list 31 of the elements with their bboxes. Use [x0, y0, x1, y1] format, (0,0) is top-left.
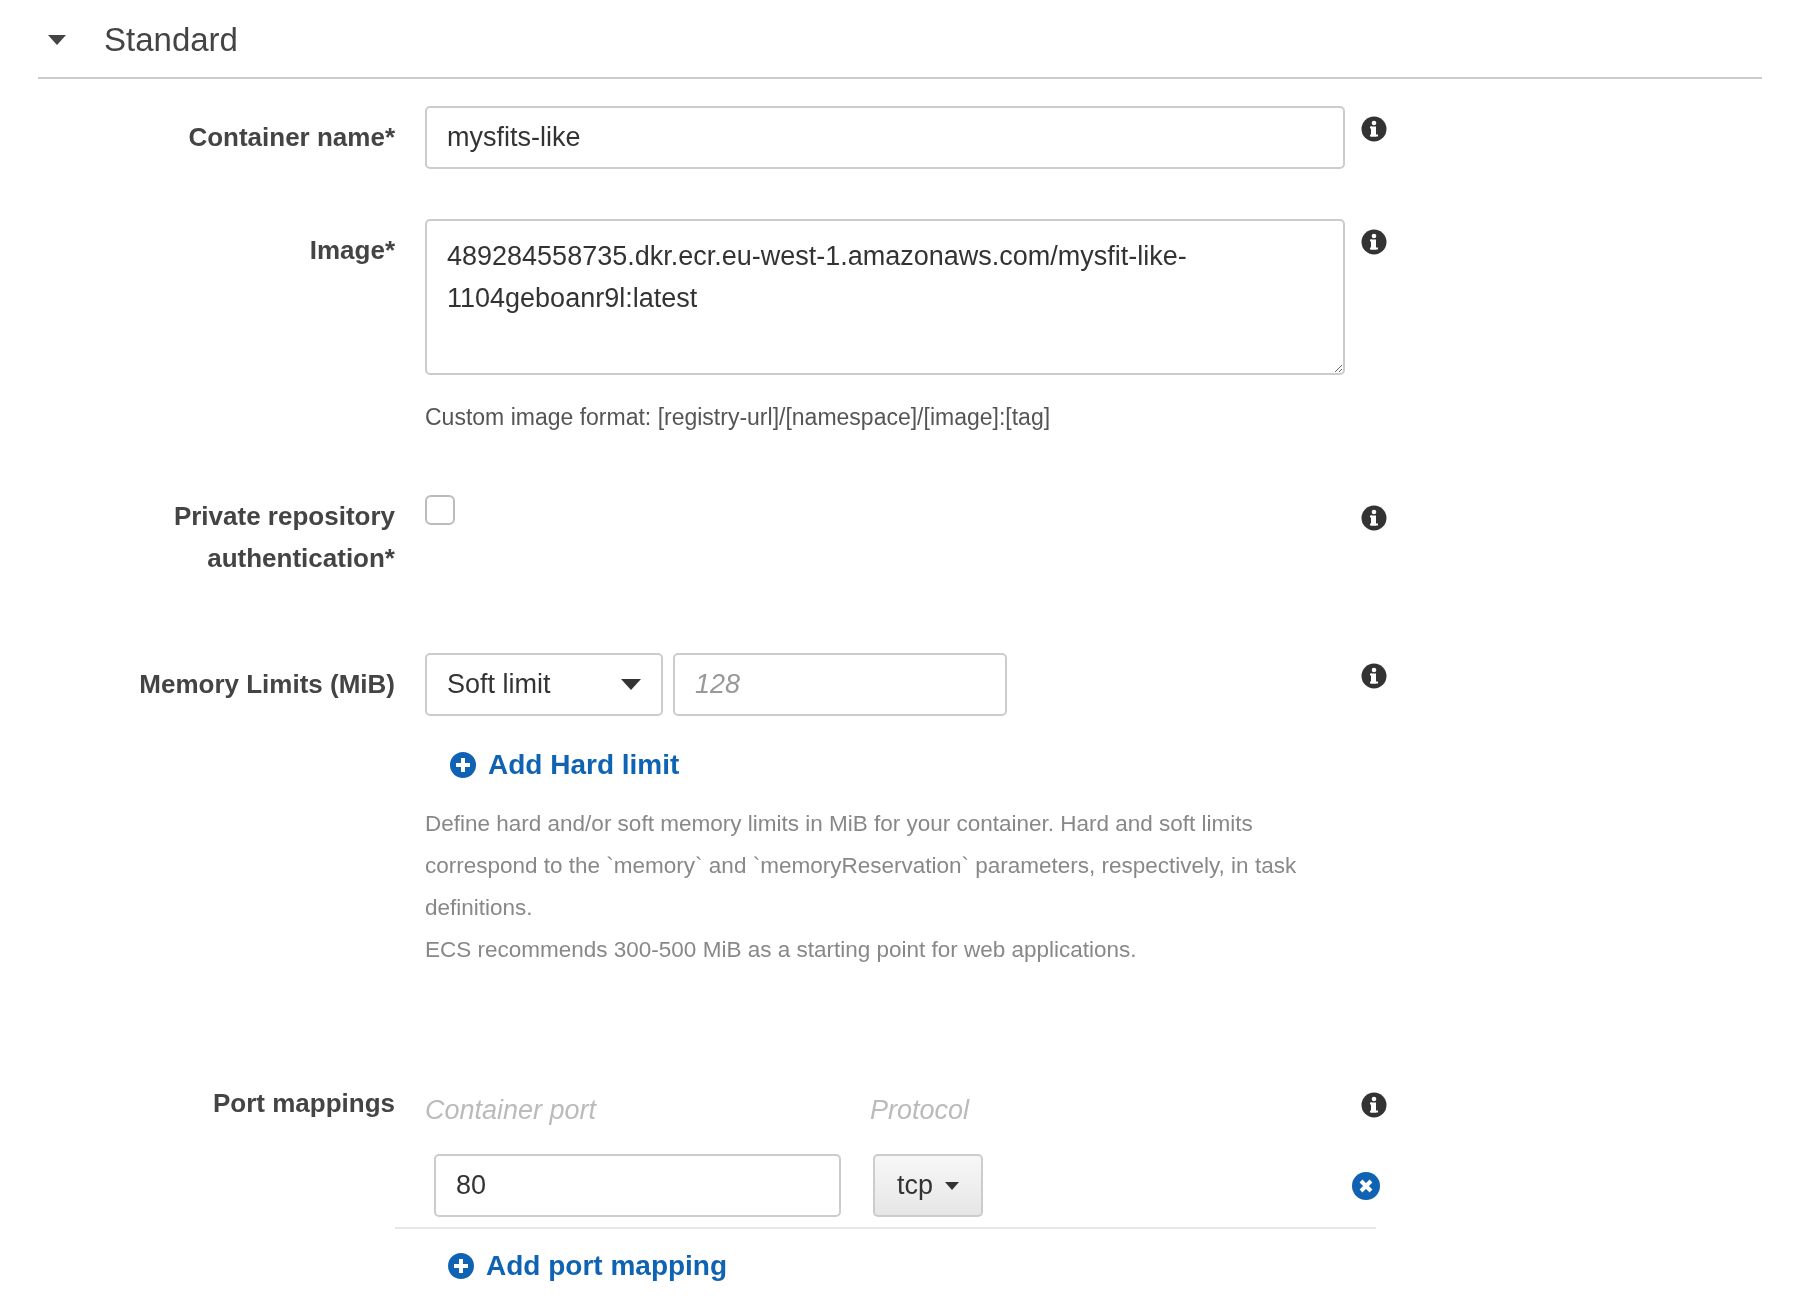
info-icon[interactable] — [1361, 504, 1387, 531]
column-header: Container port — [425, 1094, 597, 1125]
add-port-mapping-link[interactable]: Add port mapping — [448, 1245, 728, 1287]
field-label: Memory Limits (MiB) — [138, 667, 396, 701]
container-port-field[interactable]: 80 — [434, 1154, 841, 1217]
help-text: Custom image format: [registry-url]/[namespace]/[image]:[tag] — [425, 403, 1052, 432]
add-hard-limit-link[interactable]: Add Hard limit — [450, 743, 680, 786]
checkbox[interactable] — [425, 494, 455, 525]
info-icon[interactable] — [1361, 229, 1387, 255]
caret-icon — [621, 678, 641, 690]
info-icon[interactable] — [1361, 116, 1387, 142]
caret-icon — [945, 1181, 959, 1190]
field-label: Port mappings — [212, 1086, 396, 1120]
section-title: Standard — [104, 19, 238, 60]
help-text: ECS recommends 300-500 MiB as a starting point for web applications. — [425, 935, 1138, 964]
field-label: Image* — [308, 234, 396, 267]
collapse-caret-icon[interactable] — [46, 34, 68, 45]
container-name-field[interactable]: mysfits-like — [425, 106, 1345, 169]
plus-circle-icon — [450, 751, 476, 778]
plus-circle-icon — [448, 1253, 474, 1279]
protocol-dropdown[interactable]: tcp — [873, 1154, 983, 1217]
remove-icon[interactable] — [1352, 1171, 1380, 1200]
info-icon[interactable] — [1361, 1091, 1387, 1118]
image-field[interactable]: 489284558735.dkr.ecr.eu-west-1.amazonaws.com/mysfit-like-1104geboanr9l:latest — [425, 219, 1345, 375]
help-text: Define hard and/or soft memory limits in MiB for your container. Hard and soft limits correspond to the `memory` and `memoryReservation` parameters, respectively, in task definitions. — [425, 809, 1298, 922]
info-icon[interactable] — [1361, 662, 1387, 689]
field-label: Container name* — [187, 121, 396, 154]
memory-field[interactable]: 128 — [673, 652, 1007, 716]
limit-dropdown[interactable]: Soft limit — [425, 652, 663, 716]
field-label: Private repository authentication* — [172, 499, 396, 575]
column-header: Protocol — [870, 1094, 970, 1125]
